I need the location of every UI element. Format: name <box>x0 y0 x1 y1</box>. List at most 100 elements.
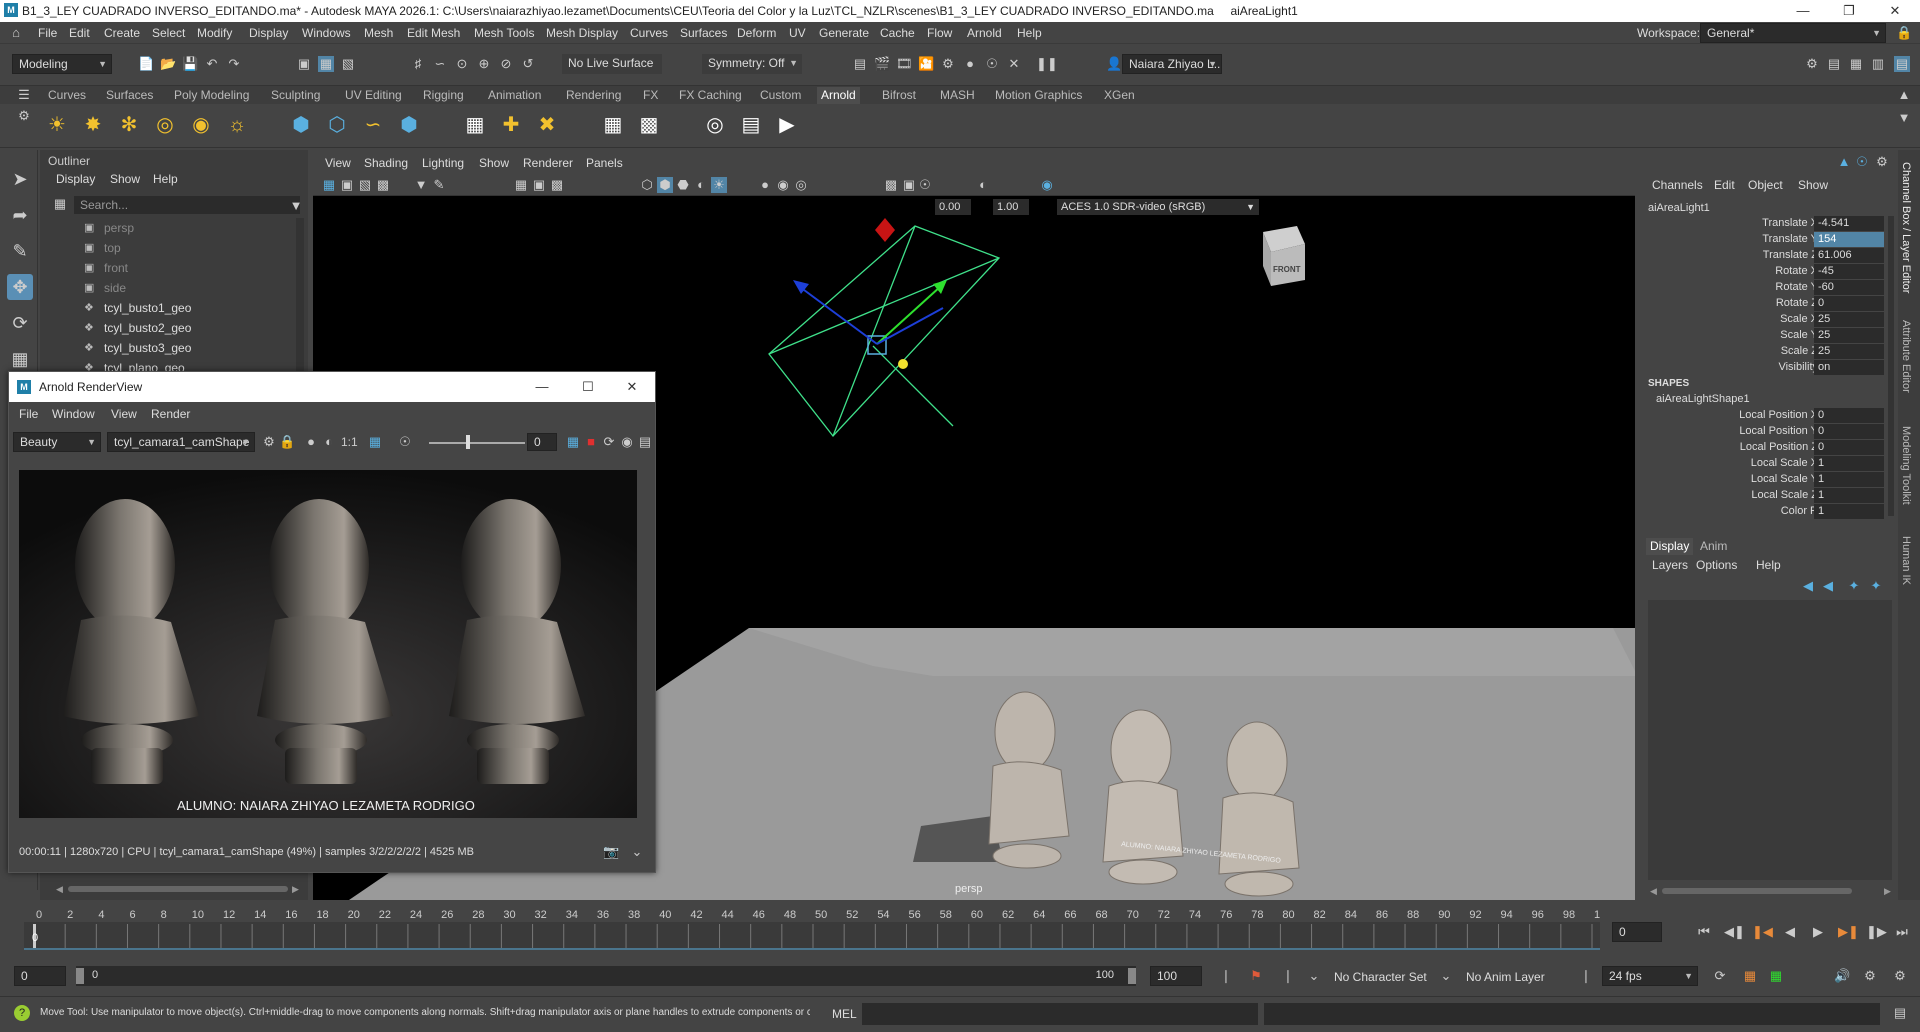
outliner-scroll-right-icon[interactable]: ▶ <box>292 884 300 894</box>
step-forward-key-icon[interactable]: ▶❚ <box>1838 924 1859 940</box>
outliner-item-busto3[interactable]: ❖ tcyl_busto3_geo <box>40 338 290 358</box>
step-back-frame-icon[interactable]: ◀❚ <box>1724 924 1745 940</box>
move-layer-up-icon[interactable]: ◀ <box>1800 578 1816 594</box>
viewport-menu-view[interactable]: View <box>325 156 351 170</box>
viewport-menu-lighting[interactable]: Lighting <box>422 156 464 170</box>
tab-human-ik[interactable]: Human IK <box>1900 536 1912 585</box>
resolution-gate-icon[interactable]: ▩ <box>549 177 565 193</box>
menu-flow[interactable]: Flow <box>927 26 952 40</box>
layer-help-menu[interactable]: Help <box>1756 558 1781 572</box>
menu-modify[interactable]: Modify <box>197 26 232 40</box>
ambient-occlusion-icon[interactable]: ◉ <box>775 177 791 193</box>
shelf-tab-bifrost[interactable]: Bifrost <box>878 87 920 104</box>
sound-icon[interactable]: 🔊 <box>1834 968 1850 984</box>
render-camera-dropdown[interactable]: tcyl_camara1_camShape ▼ <box>107 432 255 452</box>
attr-translate-x[interactable]: Translate X -4.541 <box>1640 216 1890 232</box>
shadows-icon[interactable]: ● <box>757 177 773 193</box>
select-object-icon[interactable]: ▦ <box>318 56 334 72</box>
skydome-light-icon[interactable]: ◎ <box>152 112 178 138</box>
region-render-icon[interactable]: ▦ <box>565 434 581 450</box>
channel-box-help-icon[interactable]: ☉ <box>1854 154 1870 170</box>
rotate-tool-icon[interactable]: ⟳ <box>7 310 33 336</box>
channels-menu[interactable]: Channels <box>1652 178 1703 192</box>
smooth-shade-icon[interactable]: ⬢ <box>657 177 673 193</box>
menu-uv[interactable]: UV <box>789 26 806 40</box>
lock-icon[interactable]: 🔒 <box>1896 25 1912 41</box>
wireframe-on-shaded-icon[interactable]: ⬣ <box>675 177 691 193</box>
menu-help[interactable]: Help <box>1017 26 1042 40</box>
step-back-key-icon[interactable]: ❚◀ <box>1752 924 1773 940</box>
stop-render-icon[interactable]: ■ <box>583 434 599 450</box>
channelbox-object-name[interactable]: aiAreaLight1 <box>1648 202 1710 214</box>
snap-point-icon[interactable]: ⊙ <box>454 56 470 72</box>
animation-prefs-icon[interactable]: ⚙ <box>1892 968 1908 984</box>
select-tool-icon[interactable]: ➤ <box>7 166 33 192</box>
attr-local-position-x[interactable]: Local Position X0 <box>1640 408 1890 424</box>
filter-icon[interactable]: ▦ <box>52 196 68 212</box>
side-panel-icon[interactable]: ▤ <box>637 434 653 450</box>
attr-scale-z[interactable]: Scale Z 25 <box>1640 344 1890 360</box>
viewcube[interactable]: FRONT <box>1263 226 1305 286</box>
select-camera-icon[interactable]: ▦ <box>321 177 337 193</box>
scene-start-field[interactable]: 0 <box>14 966 66 986</box>
undo-icon[interactable]: ↶ <box>204 56 220 72</box>
time-slider-track[interactable] <box>24 922 1600 950</box>
menu-mesh-display[interactable]: Mesh Display <box>546 26 618 40</box>
renderview-menu-render[interactable]: Render <box>151 407 190 421</box>
settings-gear-icon[interactable]: ⚙ <box>261 434 277 450</box>
flush-all-icon[interactable]: ✖ <box>534 112 560 138</box>
curve-collector-icon[interactable]: ⬢ <box>396 112 422 138</box>
outliner-item-persp[interactable]: ▣ persp <box>40 218 290 238</box>
outliner-menu-display[interactable]: Display <box>56 172 95 186</box>
toggle-modeling-toolkit-icon[interactable]: ⚙ <box>1804 56 1820 72</box>
2d-pan-zoom-icon[interactable]: ▼ <box>413 177 429 193</box>
exposure-icon[interactable]: ☉ <box>917 177 933 193</box>
script-language-toggle[interactable]: MEL <box>832 1007 857 1021</box>
open-scene-icon[interactable]: 📂 <box>160 56 176 72</box>
display-mode-icon[interactable]: ◐ <box>321 434 337 450</box>
playback-settings-icon[interactable]: ▦ <box>1768 968 1784 984</box>
search-options-icon[interactable]: ▼ <box>288 198 304 214</box>
shelf-tab-curves[interactable]: Curves <box>44 87 90 104</box>
arnold-render-icon[interactable]: ☉ <box>984 56 1000 72</box>
shelf-tab-xgen[interactable]: XGen <box>1100 87 1139 104</box>
layer-options-menu[interactable]: Options <box>1696 558 1737 572</box>
time-slider-ruler[interactable]: 0 2 4 6 8 10 12 14 16 18 20 22 24 26 28 30 32 34 36 38 40 42 4… <box>0 904 1600 954</box>
attr-local-position-y[interactable]: Local Position Y0 <box>1640 424 1890 440</box>
keyframe-settings-icon[interactable]: ▦ <box>1742 968 1758 984</box>
outliner-hscrollbar[interactable] <box>68 886 288 892</box>
channel-box-layout-icon[interactable]: ▲ <box>1836 154 1852 170</box>
shelf-tab-rigging[interactable]: Rigging <box>419 87 468 104</box>
tab-attribute-editor[interactable]: Attribute Editor <box>1900 320 1912 393</box>
outliner-search-input[interactable]: Search... <box>74 196 300 214</box>
menu-create[interactable]: Create <box>104 26 140 40</box>
aov-dropdown[interactable]: Beauty ▼ <box>13 432 101 452</box>
arnold-ipr-icon[interactable]: ✕ <box>1006 56 1022 72</box>
user-account-dropdown[interactable]: Naiara Zhiyao L... ▼ <box>1122 54 1222 74</box>
tab-channel-box-layer-editor[interactable]: Channel Box / Layer Editor <box>1900 162 1912 293</box>
shelf-tab-motion-graphics[interactable]: Motion Graphics <box>991 87 1086 104</box>
outliner-item-top[interactable]: ▣ top <box>40 238 290 258</box>
renderview-menu-view[interactable]: View <box>111 407 137 421</box>
shelf-tab-fx-caching[interactable]: FX Caching <box>675 87 746 104</box>
select-component-icon[interactable]: ▧ <box>340 56 356 72</box>
new-layer-selected-icon[interactable]: ✦ <box>1868 578 1884 594</box>
manipulator-z-axis[interactable] <box>799 286 878 345</box>
viewport-menu-shading[interactable]: Shading <box>364 156 408 170</box>
snap-grid-icon[interactable]: ♯ <box>410 56 426 72</box>
light-manager-icon[interactable]: ▩ <box>636 112 662 138</box>
outliner-item-busto2[interactable]: ❖ tcyl_busto2_geo <box>40 318 290 338</box>
layer-scroll-right-icon[interactable]: ▶ <box>1884 886 1892 896</box>
exposure-value-field[interactable]: 0 <box>527 433 557 451</box>
outliner-scroll-left-icon[interactable]: ◀ <box>56 884 64 894</box>
area-light-gizmo[interactable] <box>768 225 1001 438</box>
channelbox-show-menu[interactable]: Show <box>1798 178 1828 192</box>
snapshot-dropdown-icon[interactable]: ⌄ <box>629 844 645 860</box>
menu-deform[interactable]: Deform <box>737 26 776 40</box>
render-image[interactable]: ALUMNO: NAIARA ZHIYAO LEZAMETA RODRIGO <box>19 470 637 818</box>
create-standin-icon[interactable]: ⬢ <box>288 112 314 138</box>
image-plane-icon[interactable]: ▩ <box>375 177 391 193</box>
exposure-slider-handle[interactable] <box>466 435 470 449</box>
channelbox-object-menu[interactable]: Object <box>1748 178 1783 192</box>
character-set-label[interactable]: No Character Set <box>1334 970 1427 984</box>
